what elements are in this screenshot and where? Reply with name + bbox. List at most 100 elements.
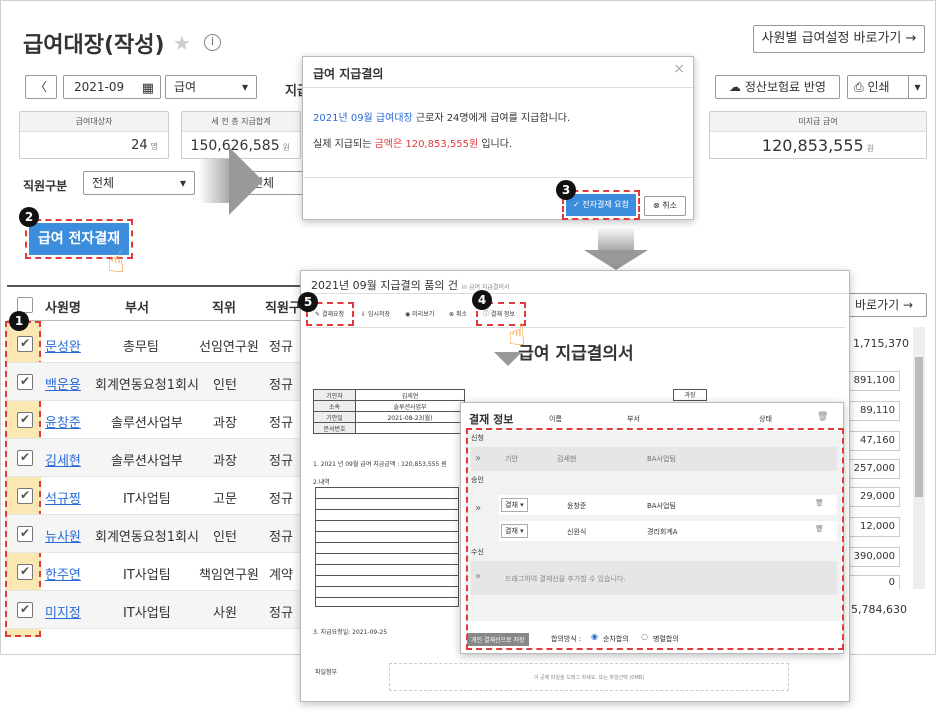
doc-action-save[interactable]: ⇩ 임시저장 [361, 309, 390, 318]
scrollbar-thumb[interactable] [915, 357, 923, 497]
month-input[interactable]: 2021-09 ▦ [63, 75, 161, 99]
card-unit: 원 [866, 144, 875, 153]
row-checkbox[interactable]: ✔ [17, 602, 33, 618]
type-cell: 정규 [269, 340, 293, 355]
shortcut-button-2[interactable]: 바로가기 → [841, 293, 927, 317]
info-icon[interactable]: i [204, 34, 221, 51]
position-cell: 고문 [213, 492, 237, 507]
employee-link[interactable]: 미지정 [45, 602, 81, 621]
employee-link[interactable]: 김세현 [45, 450, 81, 469]
position-cell: 사원 [213, 606, 237, 621]
table-row[interactable]: ✔ 윤창준 솔루션사업부 과장 정규 [7, 401, 302, 439]
amount-input[interactable]: 47,160 [848, 431, 900, 451]
emp-type-select[interactable]: 전체 ▾ [83, 171, 195, 195]
insurance-button[interactable]: ☁ 정산보험료 반영 [715, 75, 840, 99]
pointer-hand-icon: ☝ [107, 245, 126, 280]
row-checkbox[interactable]: ✔ [17, 412, 33, 428]
employee-link[interactable]: 한주연 [45, 564, 81, 583]
type-cell: 정규 [269, 416, 293, 431]
doc-detail-table [315, 487, 459, 607]
modal-message-1: 2021년 09월 급여대장 근로자 24명에게 급여를 지급합니다. [313, 109, 570, 124]
doc-line-2: 2.내역 [313, 479, 330, 486]
grand-total: 5,784,630 [851, 603, 907, 616]
card-label: 미지급 급여 [710, 112, 926, 132]
print-dropdown-icon[interactable]: ▾ [908, 76, 926, 98]
prev-month-button[interactable]: 〈 [25, 75, 57, 99]
amount-input[interactable]: 390,000 [848, 547, 900, 567]
salary-setting-shortcut-button[interactable]: 사원별 급여설정 바로가기 → [753, 25, 925, 53]
row-checkbox[interactable]: ✔ [17, 564, 33, 580]
page-title: 급여대장(작성) [23, 33, 165, 58]
employee-link[interactable]: 윤창준 [45, 412, 81, 431]
flow-arrow-down-icon [584, 250, 648, 270]
amount-input[interactable]: 89,110 [848, 401, 900, 421]
panel-col-dept: 부서 [627, 415, 640, 423]
panel-title: 결재 정보 [469, 413, 514, 426]
table-row[interactable]: ✔ 한주연 IT사업팀 책임연구원 계약 [7, 553, 302, 591]
check-icon: ✓ [573, 200, 580, 209]
cancel-label: 취소 [662, 201, 677, 210]
summary-card-unpaid: 미지급 급여 120,853,555 원 [709, 111, 927, 159]
modal-divider [303, 177, 693, 178]
position-cell: 책임연구원 [199, 568, 259, 583]
dept-cell: 총무팀 [123, 340, 159, 355]
row-checkbox[interactable]: ✔ [17, 450, 33, 466]
close-icon[interactable]: × [673, 61, 685, 77]
card-value: 24 [131, 138, 148, 153]
position-cell: 과장 [213, 416, 237, 431]
amount-input[interactable]: 12,000 [848, 517, 900, 537]
emp-type-label: 직원구분 [23, 179, 68, 193]
scrollbar[interactable] [913, 327, 925, 589]
type-cell: 정규 [269, 530, 293, 545]
col-position: 직위 [212, 301, 236, 316]
type-cell: 정규 [269, 492, 293, 507]
row-checkbox[interactable]: ✔ [17, 336, 33, 352]
step-badge-2: 2 [19, 207, 39, 227]
approval-request-button[interactable]: ✓ 전자결재 요청 [566, 194, 636, 216]
highlight-approval-line [466, 428, 844, 650]
table-row[interactable]: ✔ 석규찡 IT사업팀 고문 정규 [7, 477, 302, 515]
pay-type-select[interactable]: 급여 ▾ [165, 75, 257, 99]
amount-input[interactable]: 0 [848, 575, 900, 589]
doc-cell: 솔루션사업부 [355, 400, 465, 412]
employee-link[interactable]: 석규찡 [45, 488, 81, 507]
doc-action-preview[interactable]: ◉ 미리보기 [405, 309, 434, 318]
position-cell: 인턴 [213, 530, 237, 545]
dept-cell: 솔루션사업부 [111, 416, 183, 431]
star-icon[interactable]: ★ [173, 31, 191, 55]
table-row[interactable]: ✔ 김세현 솔루션사업부 과장 정규 [7, 439, 302, 477]
table-row[interactable]: ✔ 문성완 총무팀 선임연구원 정규 [7, 325, 302, 363]
employee-link[interactable]: 문성완 [45, 336, 81, 355]
amount-input[interactable]: 29,000 [848, 487, 900, 507]
trash-icon[interactable]: 🗑 [817, 412, 828, 422]
card-unit: 원 [282, 143, 290, 152]
row-checkbox[interactable]: ✔ [17, 374, 33, 390]
dept-cell: 회계연동요청1회시 [95, 530, 199, 545]
doc-action-cancel[interactable]: ⊗ 취소 [449, 309, 467, 318]
emp-type-value: 전체 [92, 176, 115, 190]
employee-link[interactable]: 뉴사원 [45, 526, 81, 545]
card-label: 세 전 총 지급합계 [182, 112, 300, 132]
modal-line1-text: 근로자 24명에게 급여를 지급합니다. [412, 113, 571, 124]
employee-link[interactable]: 백운용 [45, 374, 81, 393]
modal-cancel-button[interactable]: ⊗ 취소 [644, 196, 686, 216]
table-row[interactable]: ✔ 백운용 회계연동요청1회시 인턴 정규 [7, 363, 302, 401]
dept-cell: IT사업팀 [123, 606, 171, 621]
doc-approval-cell: 과장 [673, 389, 707, 401]
col-dept: 부서 [125, 301, 149, 316]
row-checkbox[interactable]: ✔ [17, 526, 33, 542]
approval-request-label: 전자결재 요청 [582, 200, 629, 209]
modal-title: 급여 지급결의 [313, 67, 384, 81]
card-value: 120,853,555 [761, 136, 864, 155]
table-row[interactable]: ✔ 미지정 IT사업팀 사원 정규 [7, 591, 302, 629]
col-emp-type: 직원구 [265, 301, 301, 316]
amount-total-top: 1,715,370 [853, 337, 909, 350]
panel-col-status: 상태 [759, 415, 772, 423]
row-checkbox[interactable]: ✔ [17, 488, 33, 504]
print-button[interactable]: ⎙ 인쇄 ▾ [847, 75, 927, 99]
calendar-icon[interactable]: ▦ [142, 78, 154, 100]
file-drop-zone[interactable]: 이 곳에 파일을 드래그 하세요. 또는 파일선택 (0MB) [389, 663, 789, 691]
amount-input[interactable]: 257,000 [848, 459, 900, 479]
table-row[interactable]: ✔ 뉴사원 회계연동요청1회시 인턴 정규 [7, 515, 302, 553]
amount-input[interactable]: 891,100 [848, 371, 900, 391]
